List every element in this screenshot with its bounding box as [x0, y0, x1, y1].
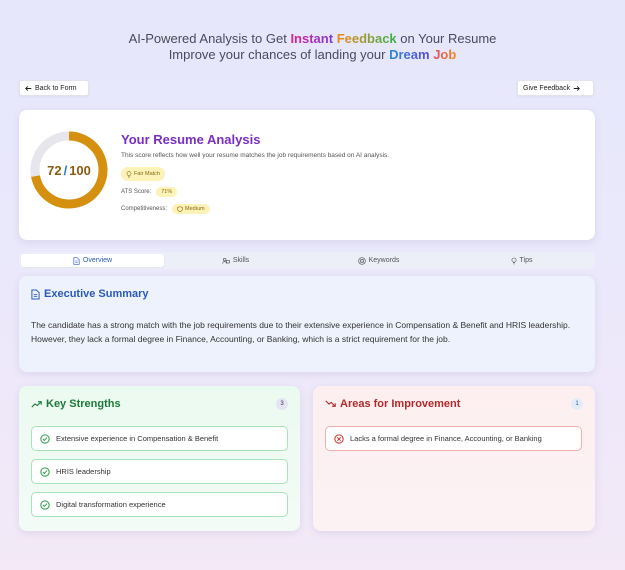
executive-summary-heading: Executive Summary	[44, 288, 149, 300]
match-label: Fair Match	[134, 171, 160, 177]
hero-highlight-dream: Dream	[389, 47, 430, 62]
strength-item: Digital transformation experience	[31, 492, 288, 517]
competitiveness-row: Competitiveness: Medium	[121, 204, 210, 214]
areas-for-improvement-card: Areas for Improvement 1 Lacks a formal d…	[313, 386, 595, 531]
key-strengths-card: Key Strengths 3 Extensive experience in …	[19, 386, 300, 531]
arrow-left-icon	[25, 85, 32, 91]
strength-text: Digital transformation experience	[56, 500, 166, 509]
give-feedback-button[interactable]: Give Feedback	[517, 80, 594, 96]
key-strengths-heading: Key Strengths	[46, 398, 121, 410]
areas-for-improvement-heading: Areas for Improvement	[340, 398, 461, 410]
score-label: 72/100	[29, 130, 109, 210]
executive-summary-title: Executive Summary	[31, 288, 149, 300]
tab-tips[interactable]: Tips	[450, 254, 593, 267]
analysis-description: This score reflects how well your resume…	[121, 152, 390, 159]
ats-score-label: ATS Score:	[121, 189, 152, 195]
back-to-form-label: Back to Form	[35, 84, 77, 92]
score-slash: /	[63, 162, 68, 178]
hero-highlight-job: Job	[433, 47, 457, 62]
hero-text: AI-Powered Analysis to Get	[128, 31, 291, 46]
target-icon	[357, 256, 366, 265]
tab-label: Overview	[82, 257, 113, 264]
arrow-right-icon	[573, 85, 581, 91]
hero-text: on Your Resume	[396, 31, 497, 46]
hero-heading: AI-Powered Analysis to Get Instant Feedb…	[0, 31, 625, 63]
competitiveness-value: Medium	[185, 206, 205, 212]
strength-text: HRIS leadership	[56, 467, 111, 476]
hero-line-1: AI-Powered Analysis to Get Instant Feedb…	[0, 31, 625, 47]
trending-down-icon	[325, 400, 336, 407]
ats-score-badge: 71%	[156, 187, 178, 197]
hero-highlight-instant: Instant	[290, 31, 334, 46]
competitiveness-badge: Medium	[172, 204, 210, 214]
check-circle-icon	[40, 433, 50, 444]
analysis-tabs: Overview Skills Keywords Tips	[19, 252, 595, 269]
improvement-text: Lacks a formal degree in Finance, Accoun…	[350, 434, 542, 443]
check-circle-icon	[40, 466, 50, 477]
improvement-count-badge: 1	[571, 398, 583, 410]
match-badge: Fair Match	[121, 167, 165, 181]
tab-skills[interactable]: Skills	[164, 254, 307, 267]
tab-label: Keywords	[368, 257, 400, 264]
strength-text: Extensive experience in Compensation & B…	[56, 434, 219, 443]
check-circle-icon	[40, 499, 50, 510]
executive-summary-card: Executive Summary The candidate has a st…	[19, 276, 595, 372]
improvement-item: Lacks a formal degree in Finance, Accoun…	[325, 426, 582, 451]
hero-text: Improve your chances of landing your	[168, 47, 390, 62]
back-to-form-button[interactable]: Back to Form	[19, 80, 89, 96]
analysis-title: Your Resume Analysis	[121, 132, 261, 147]
skills-icon	[222, 257, 230, 264]
strength-item: HRIS leadership	[31, 459, 288, 484]
score-value: 72	[47, 162, 62, 178]
give-feedback-label: Give Feedback	[523, 84, 571, 92]
tab-overview[interactable]: Overview	[21, 254, 164, 267]
ats-score-row: ATS Score: 71%	[121, 187, 178, 197]
key-strengths-title: Key Strengths	[31, 398, 121, 410]
executive-summary-text: The candidate has a strong match with th…	[31, 320, 571, 344]
hero-highlight-feedback: Feedback	[336, 31, 397, 46]
document-icon	[31, 289, 40, 299]
lightbulb-icon	[511, 257, 516, 264]
shield-icon	[177, 206, 183, 212]
hero-line-2: Improve your chances of landing your Dre…	[0, 47, 625, 63]
strength-item: Extensive experience in Compensation & B…	[31, 426, 288, 451]
competitiveness-label: Competitiveness:	[121, 206, 168, 212]
trending-up-icon	[31, 401, 42, 408]
resume-analysis-card: 72/100 Your Resume Analysis This score r…	[19, 110, 595, 240]
document-icon	[73, 256, 80, 265]
tab-keywords[interactable]: Keywords	[307, 254, 450, 267]
lightbulb-icon	[126, 170, 132, 178]
tab-label: Tips	[519, 257, 533, 264]
areas-for-improvement-title: Areas for Improvement	[325, 398, 460, 410]
score-max: 100	[69, 162, 91, 178]
tab-label: Skills	[232, 257, 250, 264]
strengths-count-badge: 3	[276, 398, 288, 410]
x-circle-icon	[334, 433, 344, 444]
